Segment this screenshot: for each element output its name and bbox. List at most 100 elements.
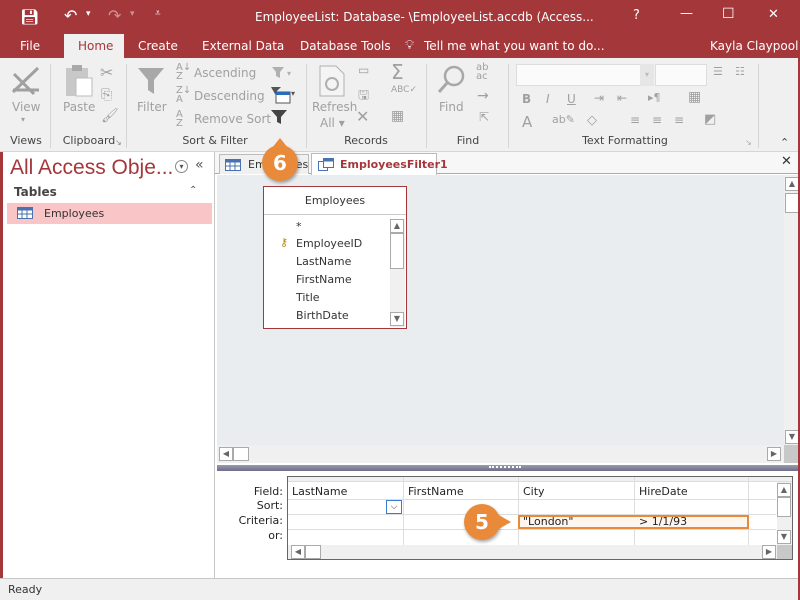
bullets-icon: ☰	[713, 65, 723, 78]
undo-icon[interactable]: ↶	[64, 6, 77, 25]
primary-key-icon: ⚷	[280, 236, 289, 249]
nav-pane-menu-icon[interactable]: ▾	[175, 160, 188, 173]
undo-dropdown-icon[interactable]: ▾	[86, 9, 91, 19]
view-icon[interactable]	[10, 64, 42, 96]
svg-text:▾: ▾	[291, 89, 295, 98]
grid-horizontal-scrollbar[interactable]: ◀ ▶	[288, 545, 777, 559]
tab-file[interactable]: File	[10, 34, 50, 58]
collapse-ribbon-icon[interactable]: ⌃	[780, 136, 789, 149]
tab-external-data[interactable]: External Data	[192, 34, 294, 58]
field-birthdate[interactable]: BirthDate	[296, 309, 349, 322]
criteria-cell-hiredate[interactable]: > 1/1/93	[635, 515, 687, 528]
help-button[interactable]: ?	[633, 8, 640, 23]
sort-dropdown-icon[interactable]: ⌵	[386, 500, 402, 514]
field-cell-1[interactable]: LastName	[288, 485, 347, 498]
shutter-bar-close-icon[interactable]: «	[195, 157, 204, 173]
field-title[interactable]: Title	[296, 291, 320, 304]
scroll-down-icon[interactable]: ▼	[777, 530, 791, 544]
grid-vertical-scrollbar[interactable]: ▲ ▼	[777, 482, 792, 545]
field-list-employees[interactable]: Employees * ⚷ EmployeeID LastName FirstN…	[263, 186, 407, 329]
minimize-button[interactable]: —	[680, 6, 693, 21]
redo-dropdown-icon: ▾	[130, 9, 135, 19]
sort-filter-group-label: Sort & Filter	[182, 134, 248, 147]
italic-button: I	[546, 92, 550, 106]
views-group-label: Views	[10, 134, 42, 147]
field-all[interactable]: *	[296, 220, 302, 233]
field-lastname[interactable]: LastName	[296, 255, 351, 268]
nav-item-label: Employees	[44, 207, 105, 220]
customize-qat-icon[interactable]: ⩡	[155, 8, 161, 19]
tab-database-tools[interactable]: Database Tools	[290, 34, 401, 58]
view-dropdown-icon[interactable]: ▾	[21, 115, 25, 124]
column-selectors[interactable]	[288, 477, 792, 482]
totals-icon: Σ	[391, 60, 404, 84]
scroll-right-icon[interactable]: ▶	[767, 447, 781, 461]
scroll-down-icon[interactable]: ▼	[390, 312, 404, 326]
scroll-up-icon[interactable]: ▲	[777, 483, 791, 497]
spelling-icon: ABC✓	[391, 85, 417, 95]
collapse-section-icon[interactable]: ⌃	[189, 185, 197, 196]
scroll-thumb[interactable]	[390, 233, 404, 269]
scroll-down-icon[interactable]: ▼	[785, 430, 799, 444]
field-firstname[interactable]: FirstName	[296, 273, 352, 286]
query-icon	[318, 158, 334, 171]
records-group-label: Records	[344, 134, 388, 147]
descending-button[interactable]: Descending	[194, 89, 265, 103]
field-list-title[interactable]: Employees	[264, 187, 406, 215]
find-group-label: Find	[456, 134, 480, 147]
doc-tab-employeesfilter1[interactable]: EmployeesFilter1	[311, 153, 448, 175]
refresh-icon[interactable]	[318, 64, 346, 98]
scroll-up-icon[interactable]: ▲	[785, 177, 799, 191]
sort-ascending-icon: A↓ Z	[176, 62, 192, 82]
scroll-thumb[interactable]	[305, 545, 321, 559]
svg-text:▾: ▾	[287, 69, 291, 78]
clipboard-launcher-icon[interactable]: ↘	[115, 138, 122, 147]
nav-item-employees[interactable]: Employees	[7, 203, 212, 224]
scroll-up-icon[interactable]: ▲	[390, 219, 404, 233]
scroll-thumb[interactable]	[777, 497, 791, 517]
scroll-thumb[interactable]	[233, 447, 249, 461]
tab-create[interactable]: Create	[128, 34, 188, 58]
replace-icon: ab ac	[476, 62, 489, 82]
close-document-icon[interactable]: ✕	[781, 154, 792, 169]
tell-me-search[interactable]: Tell me what you want to do...	[424, 39, 605, 53]
criteria-cell-city[interactable]: "London"	[519, 515, 573, 528]
scroll-left-icon[interactable]: ◀	[291, 545, 305, 559]
scroll-thumb[interactable]	[785, 193, 799, 213]
advanced-filter-icon[interactable]: ▾	[270, 86, 298, 104]
user-name[interactable]: Kayla Claypool	[710, 39, 798, 53]
numbering-icon: ☷	[735, 65, 745, 78]
find-icon[interactable]	[436, 64, 468, 96]
sort-descending-icon: Z↓ A	[176, 85, 192, 105]
refresh-all-button[interactable]: Refresh	[312, 100, 357, 114]
status-bar: Ready	[0, 578, 800, 600]
ascending-button[interactable]: Ascending	[194, 66, 256, 80]
field-cell-4[interactable]: HireDate	[635, 485, 688, 498]
scroll-right-icon[interactable]: ▶	[762, 545, 776, 559]
maximize-button[interactable]: ☐	[722, 6, 735, 22]
field-cell-2[interactable]: FirstName	[404, 485, 464, 498]
remove-sort-button[interactable]: Remove Sort	[194, 112, 271, 126]
go-to-icon: →	[477, 88, 489, 104]
tab-home[interactable]: Home	[64, 34, 124, 58]
field-employeeid[interactable]: EmployeeID	[296, 237, 362, 250]
font-color-icon: A	[522, 113, 533, 131]
scroll-left-icon[interactable]: ◀	[219, 447, 233, 461]
paste-button[interactable]: Paste	[63, 100, 95, 114]
filter-icon[interactable]	[136, 66, 166, 96]
design-horizontal-scrollbar[interactable]: ◀ ▶	[217, 445, 784, 463]
tables-section-header[interactable]: Tables	[14, 185, 57, 199]
toggle-filter-icon[interactable]	[270, 109, 288, 125]
cut-icon: ✂	[100, 63, 114, 82]
splitter-grip[interactable]	[489, 466, 521, 469]
nav-pane-title[interactable]: All Access Obje...	[10, 156, 173, 180]
refresh-all-dropdown[interactable]: All ▾	[320, 116, 345, 130]
view-button[interactable]: View	[12, 100, 40, 114]
close-button[interactable]: ✕	[768, 7, 779, 22]
field-cell-3[interactable]: City	[519, 485, 545, 498]
save-icon[interactable]: 💾︎	[20, 8, 39, 26]
filter-button[interactable]: Filter	[137, 100, 167, 114]
paste-icon[interactable]	[64, 64, 94, 98]
find-button[interactable]: Find	[439, 100, 464, 114]
field-list-scrollbar[interactable]: ▲ ▼	[390, 219, 405, 327]
